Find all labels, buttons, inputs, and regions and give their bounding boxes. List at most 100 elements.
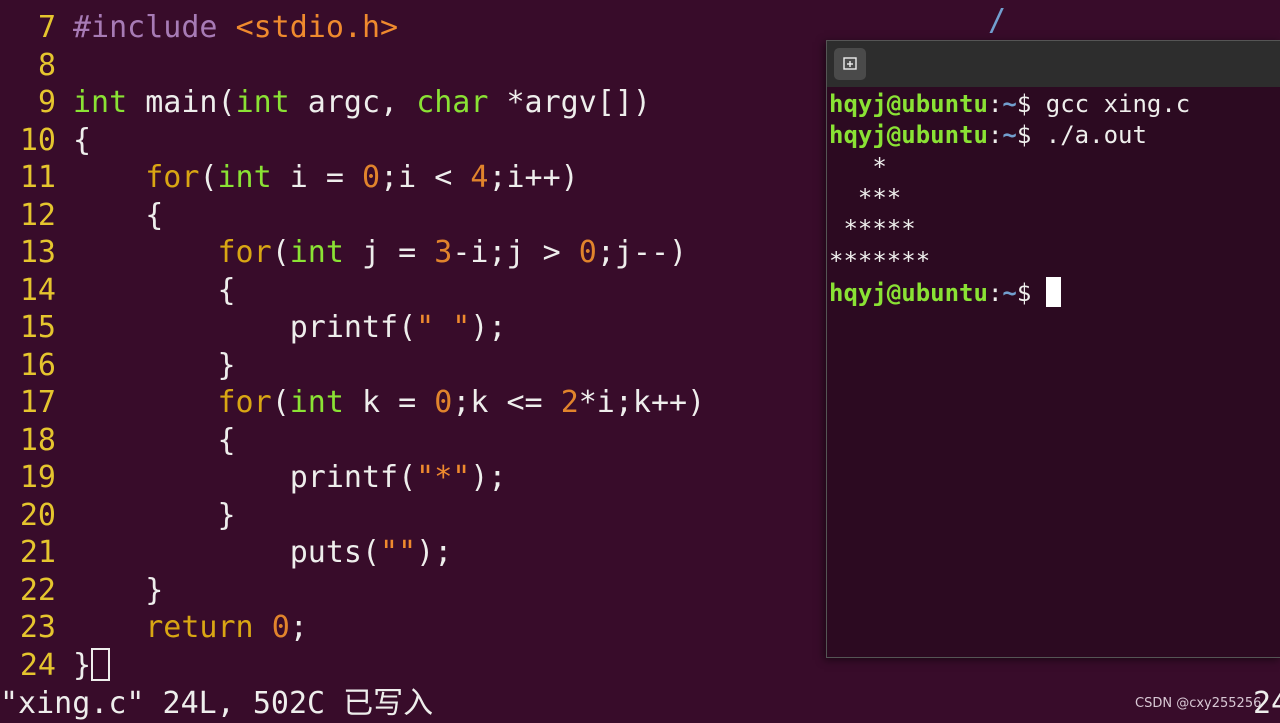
code-line[interactable]: 16 }: [0, 347, 236, 384]
line-number: 12: [19, 197, 56, 233]
code-line[interactable]: 20 }: [0, 497, 236, 534]
prompt-colon: :: [987, 278, 1003, 307]
terminal-output-line: ***: [829, 183, 901, 214]
terminal-command-line: hqyj@ubuntu:~$ ./a.out: [829, 120, 1147, 151]
code-token: j =: [343, 235, 435, 270]
code-token: main(: [127, 85, 236, 120]
prompt-dollar: $: [1016, 121, 1046, 150]
code-token: {: [73, 422, 236, 458]
code-line[interactable]: 15 printf(" ");: [0, 309, 507, 346]
code-line[interactable]: 17 for(int k = 0;k <= 2*i;k++): [0, 384, 705, 421]
code-token: int: [73, 85, 128, 120]
code-token: ;i <: [380, 160, 471, 195]
code-token: 0: [434, 385, 453, 420]
line-number: 10: [19, 122, 56, 158]
line-number: 11: [19, 160, 56, 195]
code-line[interactable]: 22 }: [0, 572, 163, 609]
code-token: for: [217, 235, 272, 270]
terminal-command-line: hqyj@ubuntu:~$ gcc xing.c: [829, 89, 1190, 120]
code-token: }: [73, 572, 164, 608]
code-token: );: [416, 535, 453, 570]
vim-status-message: "xing.c" 24L, 502C 已写入: [0, 686, 434, 721]
prompt-user-host: hqyj@ubuntu: [829, 121, 988, 150]
prompt-path: ~: [1002, 278, 1017, 307]
line-number: 19: [19, 460, 56, 495]
code-token: int: [217, 160, 272, 195]
prompt-colon: :: [987, 90, 1003, 118]
code-token: char: [416, 85, 489, 120]
code-line[interactable]: 8: [0, 47, 73, 84]
code-line[interactable]: 7 #include <stdio.h>: [0, 9, 398, 46]
code-token: *argv[]): [488, 85, 651, 120]
line-number: 23: [19, 610, 56, 645]
output-text: *: [829, 152, 887, 181]
prompt-user-host: hqyj@ubuntu: [829, 90, 988, 118]
code-line[interactable]: 10 {: [0, 122, 91, 159]
prompt-dollar: $: [1016, 278, 1046, 307]
code-token: );: [470, 460, 507, 495]
command-text: ./a.out: [1045, 121, 1147, 150]
code-token: for: [145, 160, 200, 195]
line-number: 9: [37, 85, 56, 120]
code-token: );: [470, 310, 507, 345]
code-token: "": [380, 535, 417, 570]
code-token: printf(: [73, 310, 417, 345]
output-text: *****: [829, 215, 916, 244]
code-token: ;k <=: [452, 385, 561, 420]
terminal-output-line: *****: [829, 214, 916, 245]
terminal-output[interactable]: hqyj@ubuntu:~$ gcc xing.c hqyj@ubuntu:~$ …: [829, 87, 1280, 657]
code-line[interactable]: 24}: [0, 647, 111, 684]
prompt-path: ~: [1002, 90, 1017, 118]
code-token: {: [73, 272, 236, 308]
code-token: {: [73, 122, 92, 158]
code-token: " ": [416, 310, 471, 345]
code-token: ;j--): [596, 235, 688, 270]
line-number: 24: [19, 647, 56, 683]
new-tab-button[interactable]: [834, 48, 866, 80]
new-tab-icon: [843, 57, 857, 70]
code-token: *i;k++): [578, 385, 706, 420]
code-token: }: [73, 497, 236, 533]
code-token: }: [73, 647, 92, 683]
output-text: *******: [829, 246, 931, 275]
code-token: 0: [578, 235, 597, 270]
vim-cursor: [91, 647, 111, 681]
code-token: ;i++): [488, 160, 579, 195]
terminal-output-line: *: [829, 152, 887, 183]
terminal-command-line: hqyj@ubuntu:~$: [829, 276, 1061, 308]
code-token: argc,: [289, 85, 417, 120]
line-number: 7: [37, 10, 56, 45]
code-token: (: [271, 385, 290, 420]
code-token: ;: [289, 610, 308, 645]
code-token: {: [73, 197, 164, 233]
terminal-window[interactable]: hqyj@ubuntu:~$ gcc xing.c hqyj@ubuntu:~$ …: [826, 40, 1280, 658]
terminal-header-bar: [827, 41, 1280, 87]
code-line[interactable]: 19 printf("*");: [0, 459, 507, 496]
line-number: 14: [19, 272, 56, 308]
code-line[interactable]: 23 return 0;: [0, 609, 308, 646]
command-text: gcc xing.c: [1045, 90, 1191, 118]
code-token: return: [145, 610, 254, 645]
code-line[interactable]: 12 {: [0, 197, 163, 234]
code-token: 0: [271, 610, 290, 645]
terminal-output-line: *******: [829, 246, 930, 277]
code-token: i =: [271, 160, 362, 195]
code-line[interactable]: 11 for(int i = 0;i < 4;i++): [0, 159, 579, 196]
csdn-watermark: CSDN @cxy255256: [1135, 696, 1262, 711]
code-token: int: [235, 85, 290, 120]
prompt-dollar: $: [1016, 90, 1046, 118]
code-line[interactable]: 18 {: [0, 422, 236, 459]
code-line[interactable]: 9 int main(int argc, char *argv[]): [0, 84, 651, 121]
code-line[interactable]: 14 {: [0, 272, 236, 309]
code-line[interactable]: 13 for(int j = 3-i;j > 0;j--): [0, 234, 687, 271]
code-token: 4: [470, 160, 489, 195]
line-number: 21: [19, 535, 56, 570]
line-number: 15: [19, 310, 56, 345]
output-text: ***: [829, 183, 902, 212]
code-line[interactable]: 21 puts("");: [0, 534, 452, 571]
code-token: 3: [434, 235, 453, 270]
